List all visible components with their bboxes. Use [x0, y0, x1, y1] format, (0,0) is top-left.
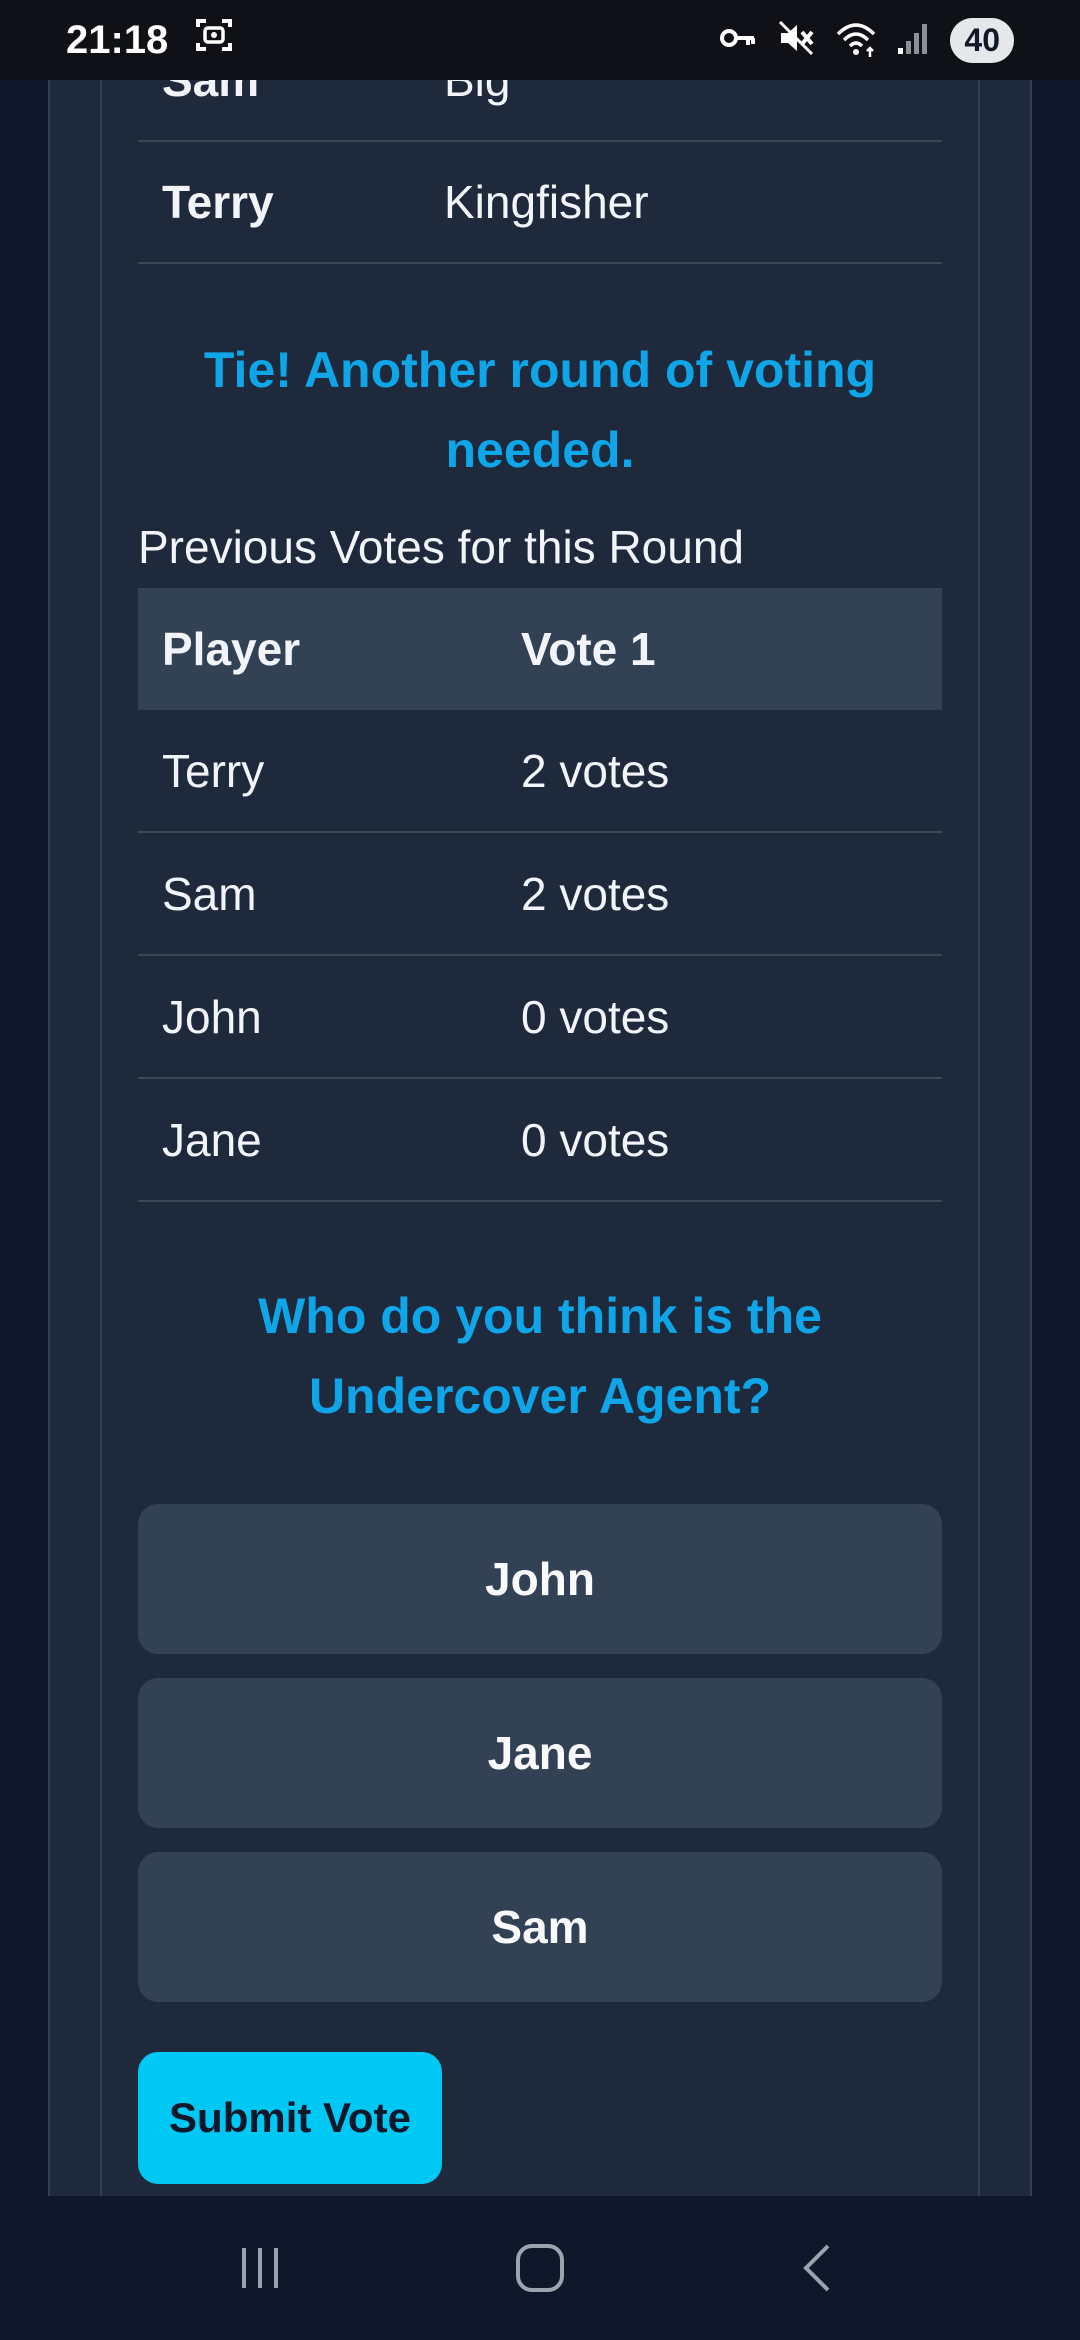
- vpn-key-icon: [718, 18, 758, 63]
- previous-votes-table: Player Vote 1 Terry 2 votes Sam 2 votes …: [138, 588, 942, 1202]
- home-icon[interactable]: [480, 2218, 600, 2318]
- player-word: Kingfisher: [444, 176, 649, 228]
- battery-indicator: 40: [950, 17, 1014, 63]
- header-player: Player: [162, 623, 301, 675]
- word-row: Terry Kingfisher: [138, 142, 942, 264]
- table-row: Jane 0 votes: [138, 1079, 942, 1202]
- cell-player: John: [162, 990, 262, 1043]
- cell-votes: 2 votes: [521, 867, 670, 920]
- vote-question: Who do you think is the Undercover Agent…: [258, 1288, 822, 1424]
- header-vote: Vote 1: [521, 623, 656, 675]
- vote-option-john[interactable]: John: [138, 1504, 942, 1654]
- cell-votes: 0 votes: [521, 1113, 670, 1166]
- table-header: Player Vote 1: [138, 588, 942, 710]
- tie-message: Tie! Another round of voting needed.: [203, 342, 877, 478]
- status-right: 40: [718, 17, 1014, 63]
- vote-option-sam[interactable]: Sam: [138, 1852, 942, 2002]
- mute-icon: [776, 18, 816, 63]
- status-time: 21:18: [66, 17, 169, 62]
- previous-votes-title: Previous Votes for this Round: [138, 521, 744, 573]
- cell-player: Sam: [162, 867, 257, 920]
- status-bar: 21:18 40: [0, 0, 1080, 80]
- recents-icon[interactable]: [200, 2218, 320, 2318]
- navigation-bar: [0, 2196, 1080, 2340]
- table-row: Terry 2 votes: [138, 710, 942, 833]
- cell-votes: 0 votes: [521, 990, 670, 1043]
- signal-icon: [896, 18, 932, 63]
- cell-votes: 2 votes: [521, 744, 670, 797]
- submit-vote-button[interactable]: Submit Vote: [138, 2052, 442, 2184]
- wifi-icon: [834, 18, 878, 63]
- cell-player: Terry: [162, 744, 265, 797]
- page: Sam Big Terry Kingfisher Tie! Another ro…: [0, 80, 1080, 2196]
- back-icon[interactable]: [760, 2218, 880, 2318]
- screenshot-icon: [194, 15, 234, 65]
- player-word: Big: [444, 80, 511, 106]
- word-row: Sam Big: [138, 80, 942, 142]
- game-content: Sam Big Terry Kingfisher Tie! Another ro…: [138, 80, 942, 2196]
- vote-option-jane[interactable]: Jane: [138, 1678, 942, 1828]
- player-name: Terry: [162, 176, 274, 228]
- cell-player: Jane: [162, 1113, 262, 1166]
- player-name: Sam: [162, 80, 260, 106]
- table-row: Sam 2 votes: [138, 833, 942, 956]
- table-row: John 0 votes: [138, 956, 942, 1079]
- status-left: 21:18: [66, 15, 234, 65]
